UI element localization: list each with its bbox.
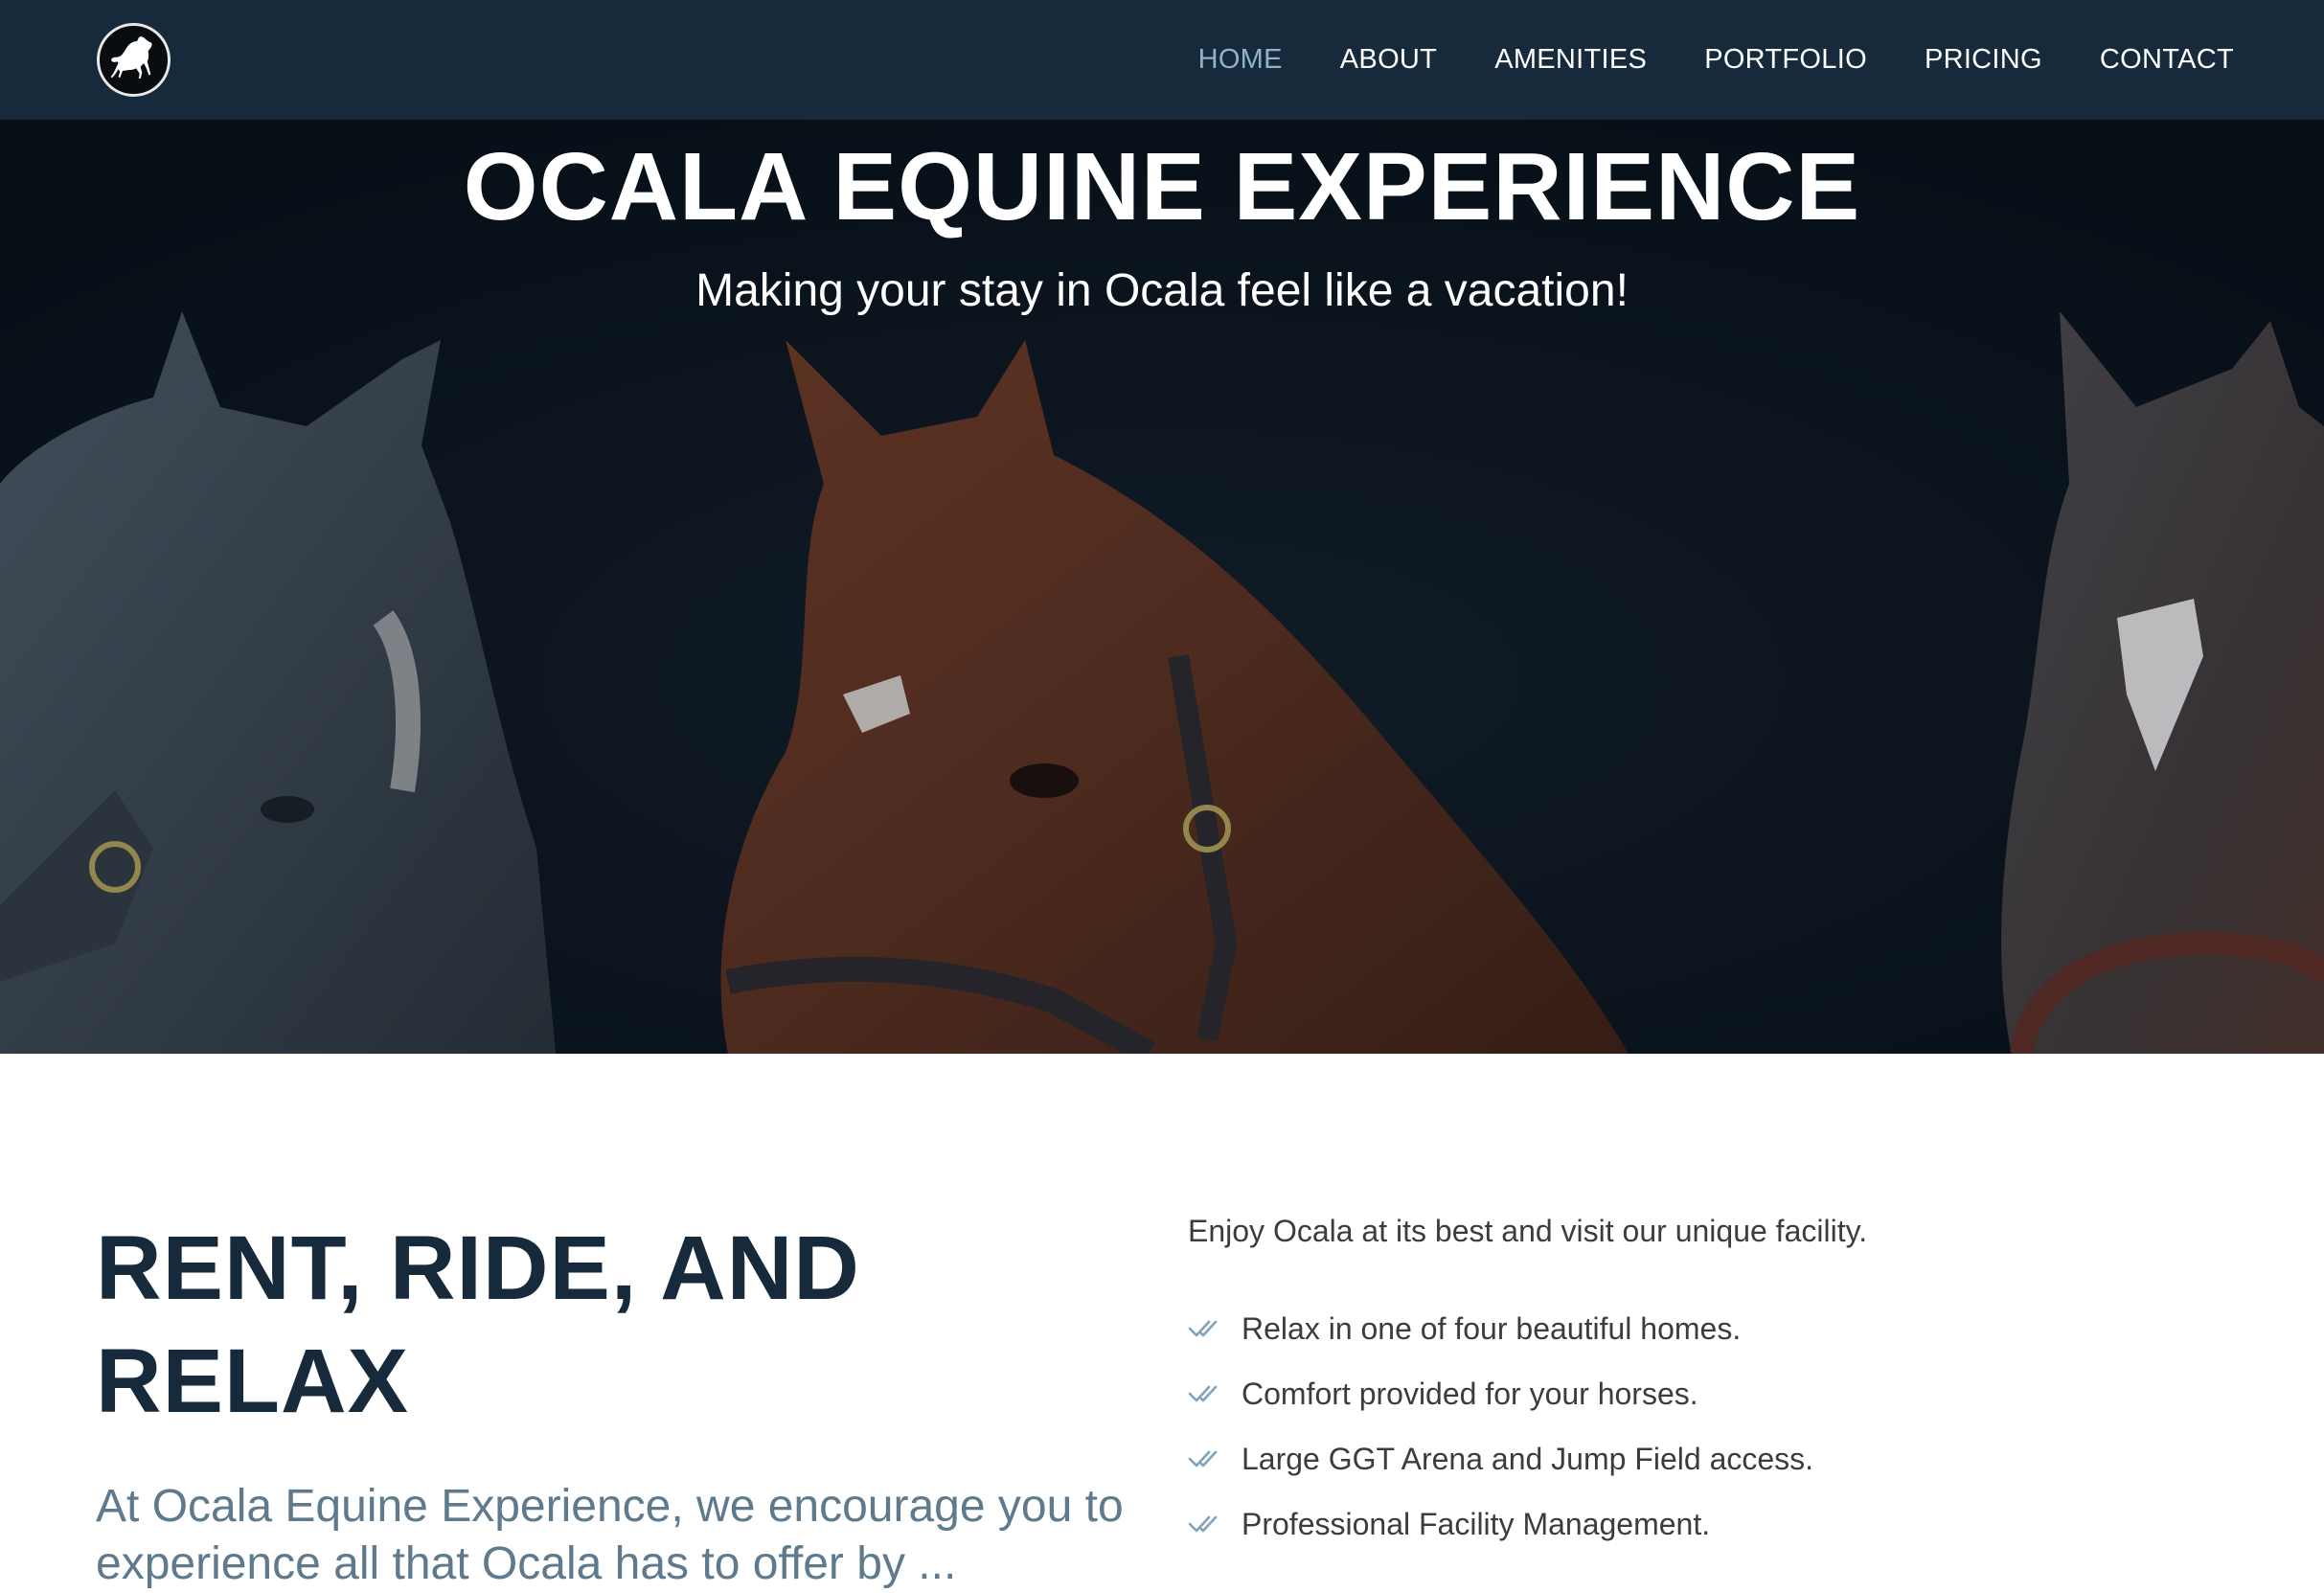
hero-title: OCALA EQUINE EXPERIENCE <box>463 133 1861 240</box>
nav-item-portfolio[interactable]: PORTFOLIO <box>1704 44 1867 76</box>
feature-list: Relax in one of four beautiful homes. Co… <box>1188 1296 2242 1557</box>
hero-subtitle: Making your stay in Ocala feel like a va… <box>695 265 1629 316</box>
horses-hero-image <box>0 120 2324 1054</box>
double-check-icon <box>1188 1382 1222 1405</box>
list-item: Large GGT Arena and Jump Field access. <box>1188 1426 2242 1491</box>
double-check-icon <box>1188 1513 1222 1536</box>
list-item: Relax in one of four beautiful homes. <box>1188 1296 2242 1361</box>
nav-item-about[interactable]: ABOUT <box>1340 44 1437 76</box>
list-item: Comfort provided for your horses. <box>1188 1361 2242 1426</box>
nav-item-home[interactable]: HOME <box>1198 44 1283 76</box>
nav-item-pricing[interactable]: PRICING <box>1925 44 2042 76</box>
double-check-icon <box>1188 1447 1222 1470</box>
feature-text: Large GGT Arena and Jump Field access. <box>1242 1442 1814 1476</box>
feature-text: Professional Facility Management. <box>1242 1507 1711 1541</box>
feature-text: Relax in one of four beautiful homes. <box>1242 1311 1742 1346</box>
intro-left-column: RENT, RIDE, AND RELAX At Ocala Equine Ex… <box>96 1212 1130 1593</box>
feature-text: Comfort provided for your horses. <box>1242 1377 1698 1411</box>
nav-item-amenities[interactable]: AMENITIES <box>1494 44 1647 76</box>
section-lead-text: At Ocala Equine Experience, we encourage… <box>96 1481 1124 1589</box>
top-navigation-bar: HOME ABOUT AMENITIES PORTFOLIO PRICING C… <box>0 0 2324 120</box>
nav-item-contact[interactable]: CONTACT <box>2100 44 2234 76</box>
intro-right-column: Enjoy Ocala at its best and visit our un… <box>1188 1212 2242 1557</box>
list-item: Professional Facility Management. <box>1188 1491 2242 1557</box>
facility-intro-text: Enjoy Ocala at its best and visit our un… <box>1188 1214 1868 1248</box>
main-menu: HOME ABOUT AMENITIES PORTFOLIO PRICING C… <box>1198 0 2234 120</box>
horse-logo-icon[interactable] <box>97 23 171 97</box>
hero-banner: OCALA EQUINE EXPERIENCE Making your stay… <box>0 120 2324 1054</box>
section-heading: RENT, RIDE, AND RELAX <box>96 1218 860 1432</box>
double-check-icon <box>1188 1317 1222 1340</box>
